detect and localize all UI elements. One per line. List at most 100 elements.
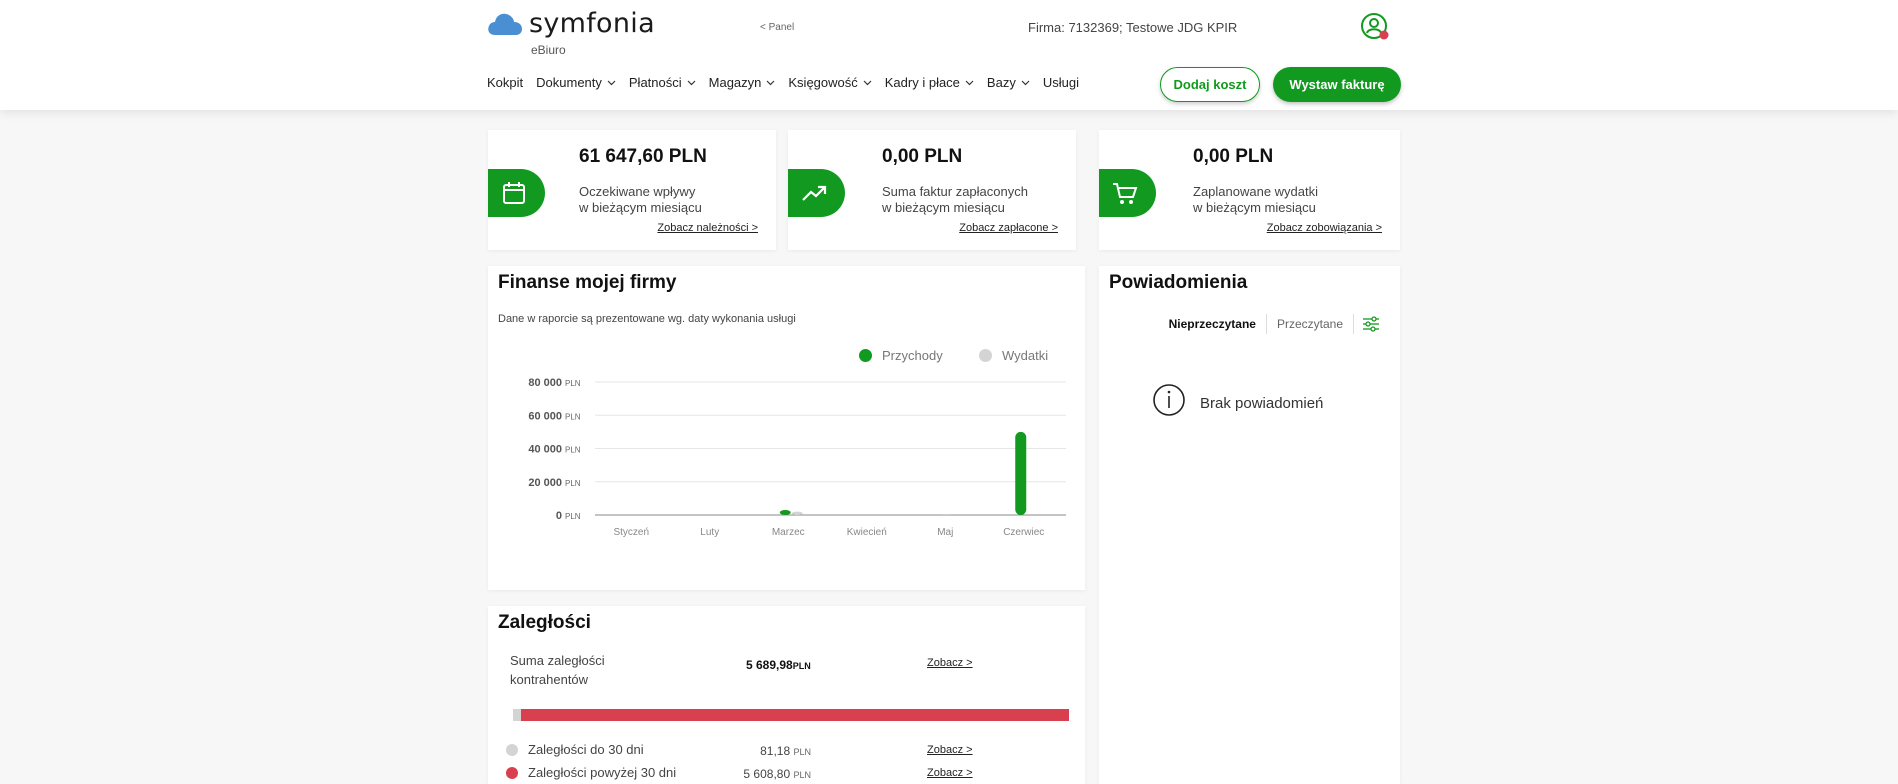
bar-income [1015, 431, 1027, 515]
nav-item-3[interactable]: Magazyn [709, 75, 776, 90]
x-tick-label: Styczeń [613, 527, 649, 538]
legend-expenses[interactable]: Wydatki [979, 348, 1048, 363]
arrears-total-unit: PLN [792, 661, 811, 671]
logo-text: symfonia [529, 8, 655, 39]
nav-item-0[interactable]: Kokpit [487, 75, 523, 90]
stat-label-line2: w bieżącym miesiącu [579, 200, 702, 215]
main-nav: Kokpit Dokumenty Płatności Magazyn Księgowoś… [487, 75, 1092, 90]
arrears-panel: Zaległości Suma zaległości kontrahentów … [488, 606, 1085, 784]
bar-income [779, 510, 791, 515]
arrears-bar-under-30 [513, 709, 521, 721]
arrears-unit: PLN [793, 747, 811, 757]
nav-item-1[interactable]: Dokumenty [536, 75, 616, 90]
see-paid-link[interactable]: Zobacz zapłacone > [959, 222, 1058, 234]
y-tick-unit: PLN [565, 479, 581, 488]
y-tick-unit: PLN [565, 512, 581, 521]
nav-item-5[interactable]: Kadry i płace [885, 75, 974, 90]
nav-item-2[interactable]: Płatności [629, 75, 696, 90]
stat-card-expected-income: 61 647,60 PLN Oczekiwane wpływy w bieżąc… [488, 130, 776, 250]
see-receivables-link[interactable]: Zobacz należności > [657, 222, 758, 234]
nav-item-7[interactable]: Usługi [1043, 75, 1079, 90]
nav-item-label: Magazyn [708, 75, 762, 90]
stat-card-paid-invoices: 0,00 PLN Suma faktur zapłaconych w bieżą… [788, 130, 1076, 250]
chevron-down-icon [607, 80, 616, 85]
nav-item-label: Usługi [1042, 75, 1079, 90]
nav-item-label: Bazy [986, 75, 1016, 90]
issue-invoice-button[interactable]: Wystaw fakturę [1273, 67, 1401, 102]
arrears-link-under-30[interactable]: Zobacz > [927, 744, 973, 756]
arrears-link-over-30[interactable]: Zobacz > [927, 767, 973, 779]
notifications-empty-text: Brak powiadomień [1200, 394, 1324, 412]
nav-item-label: Księgowość [788, 75, 858, 90]
nav-item-4[interactable]: Księgowość [788, 75, 872, 90]
arrears-progress-bar [513, 709, 1069, 721]
calendar-icon [502, 182, 525, 204]
notifications-empty: Brak powiadomień [1152, 383, 1323, 417]
tab-unread[interactable]: Nieprzeczytane [1159, 317, 1266, 331]
tab-read[interactable]: Przeczytane [1267, 317, 1353, 331]
stat-amount: 61 647,60 PLN [579, 146, 707, 167]
stat-amount: 0,00 PLN [882, 146, 963, 167]
arrears-label-over-30: Zaległości powyżej 30 dni [528, 765, 677, 780]
arrears-dot-over-30 [506, 766, 518, 779]
arrears-amount-under-30: 81,18 [760, 744, 791, 758]
y-tick-label: 80 000 [528, 377, 562, 389]
stat-label-line1: Zaplanowane wydatki [1193, 184, 1319, 199]
logo[interactable]: symfonia [487, 8, 655, 39]
finance-chart: 0 PLN20 000 PLN40 000 PLN60 000 PLN80 000 PLN… [528, 377, 1066, 538]
legend-income[interactable]: Przychody [859, 348, 943, 363]
stat-label-line1: Suma faktur zapłaconych [882, 184, 1028, 199]
arrears-dot-under-30 [506, 743, 518, 756]
stat-label-line2: w bieżącym miesiącu [1193, 200, 1316, 215]
finance-subtitle: Dane w raporcie są prezentowane wg. daty… [498, 313, 796, 325]
arrears-total-label-line2: kontrahentów [510, 672, 589, 687]
company-info: Firma: 7132369; Testowe JDG KPIR [1028, 20, 1238, 35]
bar-expenses [791, 511, 803, 515]
arrears-row-under-30: Zaległości do 30 dni [506, 742, 644, 757]
y-tick-unit: PLN [565, 446, 581, 455]
add-cost-button[interactable]: Dodaj koszt [1160, 67, 1260, 102]
arrears-title: Zaległości [498, 612, 591, 633]
panel-back-link[interactable]: < Panel [760, 22, 794, 33]
info-icon [1153, 384, 1185, 416]
nav-item-6[interactable]: Bazy [987, 75, 1030, 90]
x-tick-label: Czerwiec [1003, 527, 1044, 538]
y-tick-unit: PLN [565, 379, 581, 388]
logo-subtitle: eBiuro [531, 43, 566, 57]
y-tick-label: 40 000 [528, 444, 562, 456]
stat-card-planned-expenses: 0,00 PLN Zaplanowane wydatki w bieżącym … [1099, 130, 1400, 250]
stat-label-line2: w bieżącym miesiącu [882, 200, 1005, 215]
tab-separator [1353, 314, 1354, 334]
filter-settings-icon[interactable] [1362, 315, 1380, 333]
x-tick-label: Marzec [772, 527, 805, 538]
trend-up-icon [801, 185, 826, 201]
notifications-panel: Powiadomienia Nieprzeczytane Przeczytane… [1099, 266, 1400, 784]
arrears-unit: PLN [793, 770, 811, 780]
arrears-total-label-line1: Suma zaległości [510, 653, 605, 668]
arrears-total-link[interactable]: Zobacz > [927, 657, 973, 669]
see-liabilities-link[interactable]: Zobacz zobowiązania > [1267, 222, 1382, 234]
user-avatar-icon[interactable] [1361, 13, 1389, 41]
stat-amount: 0,00 PLN [1193, 146, 1274, 167]
stat-icon-tab [1099, 169, 1156, 217]
finance-panel: Finanse mojej firmy Dane w raporcie są p… [488, 266, 1085, 590]
legend-expenses-dot [979, 349, 992, 362]
arrears-value-under-30: 81,18 PLN [691, 744, 811, 758]
nav-item-label: Kokpit [487, 75, 524, 90]
stat-icon-tab [488, 169, 545, 217]
arrears-total-value: 5 689,98PLN [746, 658, 811, 672]
legend-expenses-label: Wydatki [1002, 348, 1049, 363]
arrears-total-amount: 5 689,98 [746, 658, 793, 672]
chevron-down-icon [863, 80, 872, 85]
y-tick-label: 60 000 [528, 410, 562, 422]
chevron-down-icon [687, 80, 696, 85]
arrears-value-over-30: 5 608,80 PLN [691, 767, 811, 781]
cart-icon [1112, 183, 1137, 204]
top-header: symfonia eBiuro < Panel Firma: 7132369; … [0, 0, 1898, 110]
nav-item-label: Dokumenty [536, 75, 602, 90]
arrears-label-under-30: Zaległości do 30 dni [528, 742, 644, 757]
chevron-down-icon [965, 80, 974, 85]
x-tick-label: Kwiecień [847, 527, 887, 538]
arrears-row-over-30: Zaległości powyżej 30 dni [506, 765, 676, 780]
legend-income-label: Przychody [882, 348, 943, 363]
